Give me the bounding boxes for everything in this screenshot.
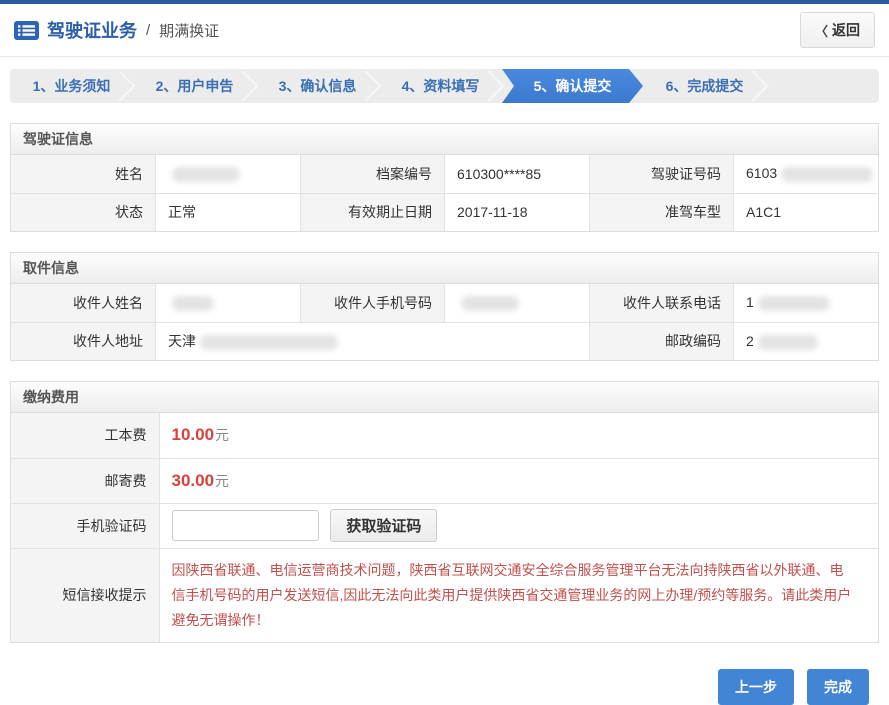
file-number-value: 610300****85 [445,155,590,193]
table-row: 手机验证码 获取验证码 [11,503,878,548]
recipient-mobile-value [445,284,590,322]
recipient-name-value [156,284,301,322]
recipient-address-label: 收件人地址 [11,322,156,360]
back-button-label: 返回 [832,20,860,40]
sms-notice-text: 因陕西省联通、电信运营商技术问题，陕西省互联网交通安全综合服务管理平台无法向持陕… [160,549,879,642]
mailing-fee-value: 30.00元 [159,458,878,503]
sms-code-input[interactable] [172,510,319,541]
redacted-value [781,167,873,182]
sms-notice-label: 短信接收提示 [11,548,159,642]
mailing-fee-label: 邮寄费 [11,458,159,503]
postal-code-label: 邮政编码 [589,322,734,360]
redacted-value [172,167,240,182]
table-row: 短信接收提示 因陕西省联通、电信运营商技术问题，陕西省互联网交通安全综合服务管理… [11,548,878,642]
license-info-title: 驾驶证信息 [11,124,878,155]
expiry-value: 2017-11-18 [445,193,590,231]
chevron-left-icon: 〈 [815,21,828,40]
recipient-name-label: 收件人姓名 [11,284,156,322]
table-row: 姓名 档案编号 610300****85 驾驶证号码 6103 [11,155,878,193]
list-icon [14,21,39,40]
table-row: 工本费 10.00元 [11,413,878,458]
breadcrumb-divider: / [146,22,150,39]
footer-actions: 上一步 完成 [10,669,879,705]
step-4-fill-data: 4、资料填写 [379,69,502,103]
table-row: 状态 正常 有效期止日期 2017-11-18 准驾车型 A1C1 [11,193,878,231]
page-header: 驾驶证业务 / 期满换证 〈 返回 [0,4,889,57]
production-fee-value: 10.00元 [159,413,878,458]
recipient-phone-label: 收件人联系电话 [589,284,734,322]
table-row: 邮寄费 30.00元 [11,458,878,503]
wizard-steps: 1、业务须知 2、用户申告 3、确认信息 4、资料填写 5、确认提交 6、完成提… [10,69,879,103]
vehicle-class-label: 准驾车型 [589,193,734,231]
expiry-label: 有效期止日期 [300,193,445,231]
recipient-phone-value: 1 [734,284,879,322]
name-label: 姓名 [11,155,156,193]
postal-code-value: 2 [734,322,879,360]
license-number-value: 6103 [734,155,879,193]
status-label: 状态 [11,193,156,231]
step-2-declaration: 2、用户申告 [133,69,256,103]
pickup-info-panel: 取件信息 收件人姓名 收件人手机号码 收件人联系电话 1 收件人地址 天津 邮政… [10,252,879,361]
page-title: 驾驶证业务 [47,17,137,43]
redacted-value [758,335,818,350]
get-code-button[interactable]: 获取验证码 [330,509,437,542]
sms-code-cell: 获取验证码 [159,503,878,548]
recipient-mobile-label: 收件人手机号码 [300,284,445,322]
license-number-label: 驾驶证号码 [589,155,734,193]
redacted-value [461,296,519,311]
vehicle-class-value: A1C1 [734,193,879,231]
step-5-confirm-submit: 5、确认提交 [502,69,643,103]
fees-panel: 缴纳费用 工本费 10.00元 邮寄费 30.00元 手机验证码 获取验证码 [10,381,879,643]
license-info-panel: 驾驶证信息 姓名 档案编号 610300****85 驾驶证号码 6103 状态… [10,123,879,232]
file-number-label: 档案编号 [300,155,445,193]
name-value [156,155,301,193]
step-1-notice: 1、业务须知 [10,69,133,103]
redacted-value [172,296,214,311]
redacted-value [758,296,830,311]
production-fee-unit: 元 [215,427,229,443]
recipient-address-value: 天津 [156,322,590,360]
sms-notice-cell: 因陕西省联通、电信运营商技术问题，陕西省互联网交通安全综合服务管理平台无法向持陕… [159,548,878,642]
fees-title: 缴纳费用 [11,382,878,413]
done-button[interactable]: 完成 [807,669,869,705]
mailing-fee-unit: 元 [215,473,229,489]
breadcrumb-current: 期满换证 [159,20,219,41]
back-button[interactable]: 〈 返回 [800,12,875,48]
step-6-complete: 6、完成提交 [643,69,766,103]
table-row: 收件人地址 天津 邮政编码 2 [11,322,878,360]
table-row: 收件人姓名 收件人手机号码 收件人联系电话 1 [11,284,878,322]
production-fee-amount: 10.00 [172,425,215,444]
redacted-value [200,335,338,350]
step-3-confirm-info: 3、确认信息 [256,69,379,103]
mailing-fee-amount: 30.00 [172,471,215,490]
sms-code-label: 手机验证码 [11,503,159,548]
production-fee-label: 工本费 [11,413,159,458]
status-value: 正常 [156,193,301,231]
previous-step-button[interactable]: 上一步 [718,669,794,705]
pickup-info-title: 取件信息 [11,253,878,284]
